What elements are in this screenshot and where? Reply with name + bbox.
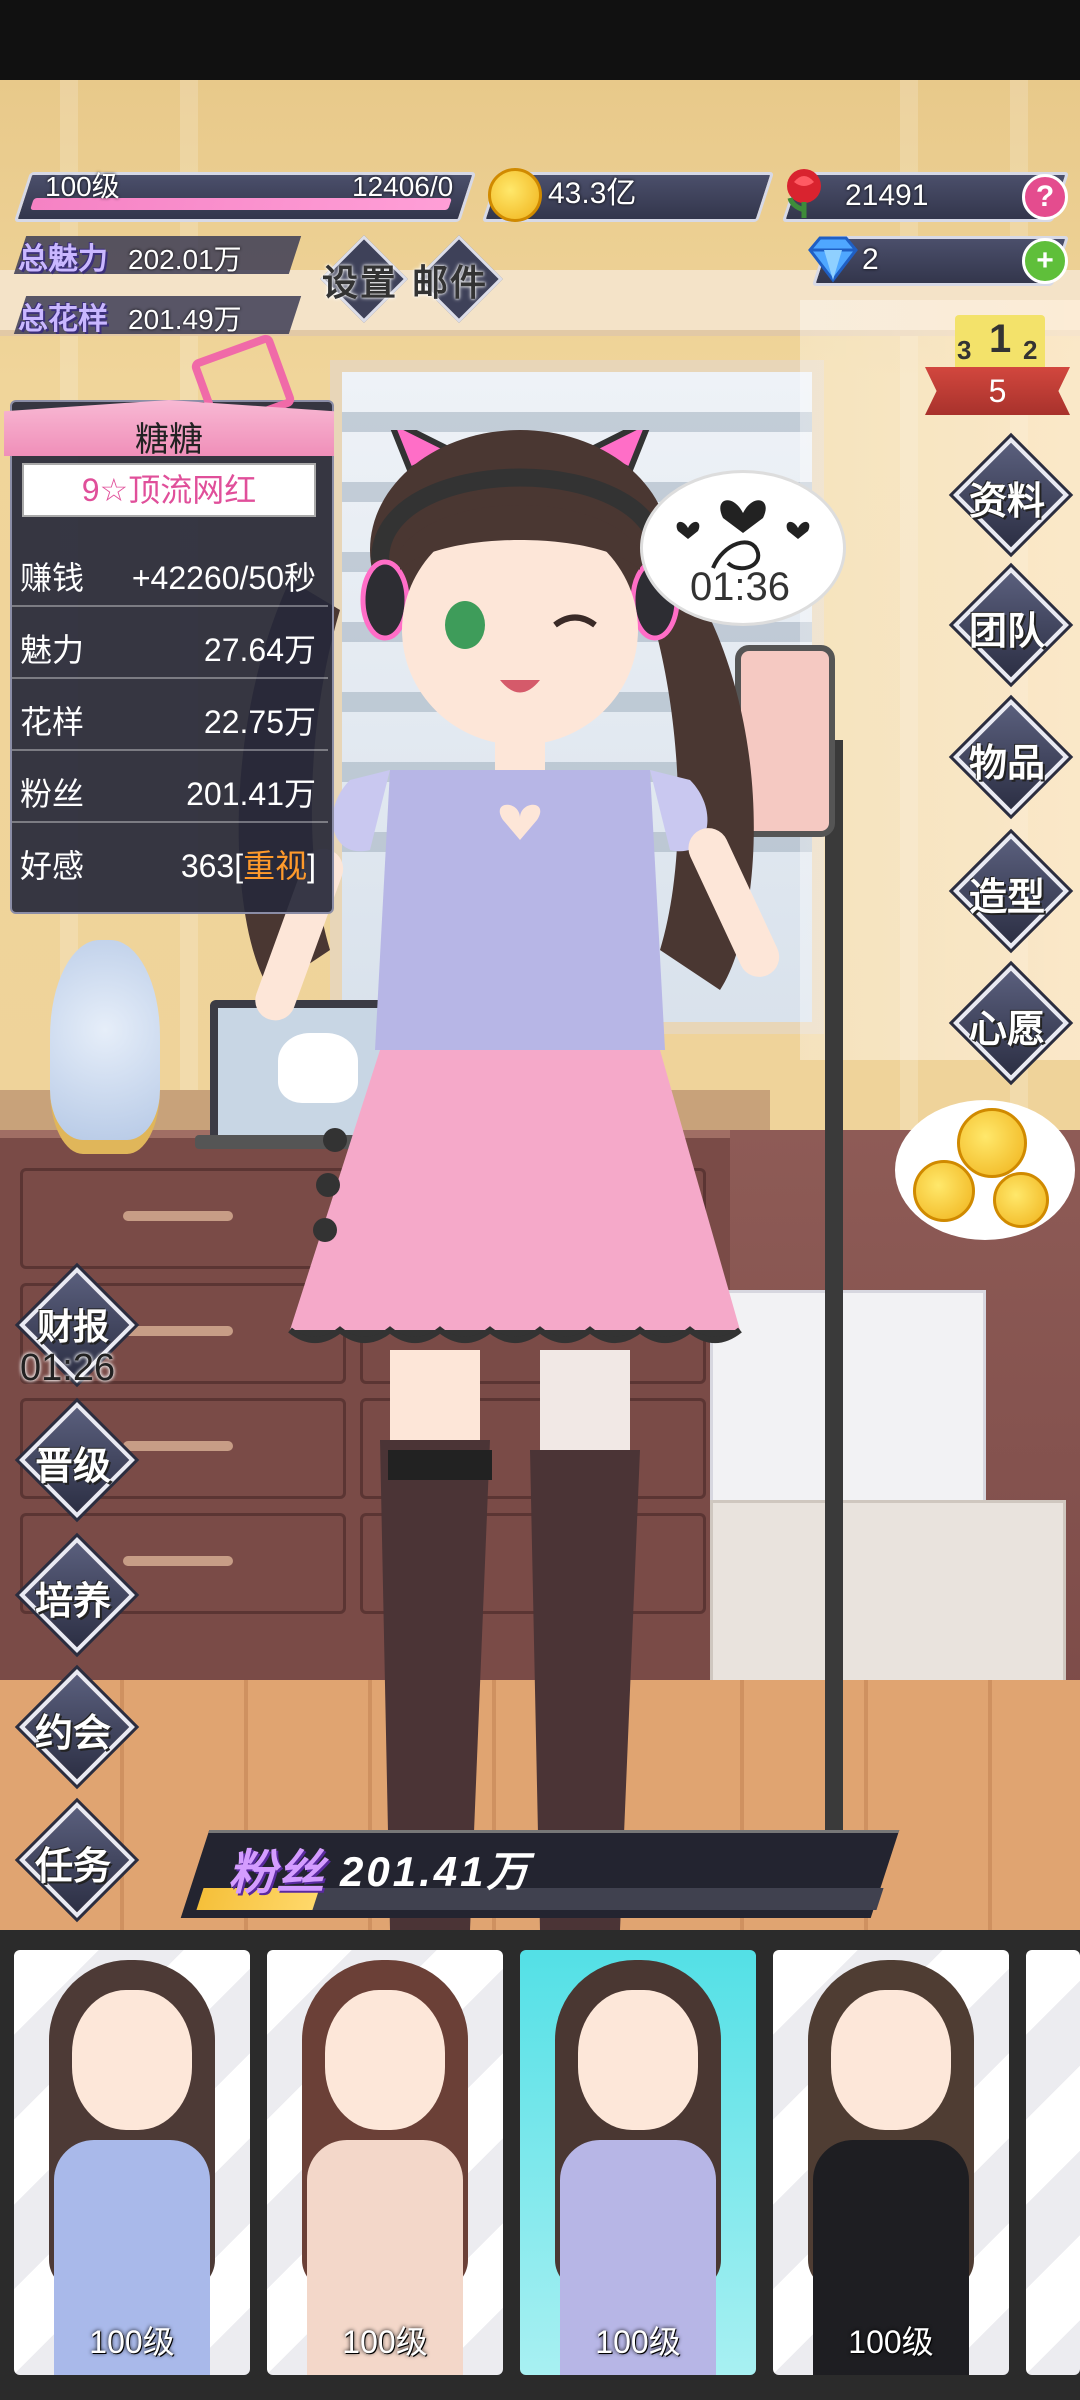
- styling-label: 造型: [968, 877, 1045, 919]
- phone-stand: [825, 740, 843, 1900]
- fans-label: 粉丝: [228, 1847, 325, 1900]
- info-row-fans: 粉丝 201.41万: [12, 751, 328, 823]
- exp-text: 12406/0: [352, 171, 454, 202]
- diamond-amount: 2: [862, 243, 879, 276]
- total-charm-label: 总魅力: [18, 243, 108, 276]
- info-key: 魅力: [20, 632, 85, 668]
- character-card[interactable]: 100级: [267, 1950, 503, 2375]
- info-value: 27.64万: [203, 632, 316, 668]
- character-card[interactable]: 100级: [14, 1950, 250, 2375]
- promote-button[interactable]: 晋级: [19, 1402, 135, 1518]
- tasks-button[interactable]: 任务: [19, 1802, 135, 1918]
- card-face: [831, 1990, 951, 2130]
- card-level: 100级: [342, 2324, 428, 2360]
- affection-value: 363: [180, 848, 235, 884]
- gold-amount: 43.3亿: [548, 177, 637, 210]
- items-label: 物品: [968, 743, 1045, 785]
- diamond-icon: [806, 234, 860, 284]
- gold-coin-icon: [488, 168, 542, 222]
- info-row-style: 花样 22.75万: [12, 679, 328, 751]
- rose-amount: 21491: [845, 179, 929, 212]
- card-face: [578, 1990, 698, 2130]
- settings-button[interactable]: 设置: [322, 254, 398, 306]
- info-value: +42260/50秒: [131, 560, 316, 596]
- tasks-label: 任务: [34, 1846, 111, 1888]
- info-key: 赚钱: [20, 560, 85, 596]
- character-title: 9☆顶流网红: [22, 463, 316, 517]
- report-timer: 01:26: [20, 1347, 116, 1389]
- info-value: 201.41万: [186, 776, 316, 812]
- report-label: 财报: [36, 1306, 109, 1347]
- character-name: 糖糖: [135, 421, 203, 459]
- podium-first: 1: [989, 317, 1012, 361]
- wish-button[interactable]: 心愿: [953, 965, 1069, 1081]
- mail-button[interactable]: 邮件: [412, 254, 488, 306]
- info-row-affection: 好感 363[重视]: [12, 823, 328, 893]
- card-level: 100级: [848, 2324, 934, 2360]
- fans-value: 201.41万: [340, 1848, 532, 1895]
- level-text: 100级: [45, 171, 120, 202]
- hearts-icon: [676, 500, 810, 571]
- podium-second: 2: [1023, 335, 1038, 365]
- team-label: 团队: [968, 611, 1045, 653]
- character-card-selected[interactable]: 100级: [520, 1950, 756, 2375]
- affection-level: 重视: [243, 848, 308, 884]
- card-level: 100级: [89, 2324, 175, 2360]
- info-row-charm: 魅力 27.64万: [12, 607, 328, 679]
- character-card[interactable]: 100级: [773, 1950, 1009, 2375]
- coin-icon: [993, 1172, 1049, 1228]
- total-charm-value: 202.01万: [128, 244, 242, 275]
- character-card-strip: 100级 100级 100级 100级: [0, 1930, 1080, 2400]
- info-row-income: 赚钱 +42260/50秒: [12, 535, 328, 607]
- help-button[interactable]: ?: [1022, 174, 1068, 220]
- add-diamond-button[interactable]: +: [1022, 238, 1068, 284]
- info-key: 花样: [20, 704, 85, 740]
- team-button[interactable]: 团队: [953, 567, 1069, 683]
- collect-coins-bubble[interactable]: [895, 1100, 1075, 1240]
- coin-icon: [957, 1108, 1027, 1178]
- affection-timer: 01:36: [689, 565, 791, 609]
- promote-label: 晋级: [34, 1446, 111, 1488]
- profile-label: 资料: [968, 481, 1045, 523]
- vase: [50, 940, 160, 1154]
- date-label: 约会: [34, 1713, 111, 1755]
- train-button[interactable]: 培养: [19, 1537, 135, 1653]
- podium-third: 3: [957, 335, 972, 365]
- rose-icon: [780, 166, 828, 218]
- rank-badge[interactable]: 3 1 2 5: [925, 315, 1070, 415]
- card-face: [325, 1990, 445, 2130]
- styling-button[interactable]: 造型: [953, 833, 1069, 949]
- coin-icon: [913, 1160, 975, 1222]
- info-key: 好感: [20, 848, 85, 884]
- total-style-value: 201.49万: [128, 304, 242, 335]
- profile-button[interactable]: 资料: [953, 437, 1069, 553]
- train-label: 培养: [34, 1581, 111, 1623]
- info-value: 22.75万: [203, 704, 316, 740]
- card-face: [72, 1990, 192, 2130]
- date-button[interactable]: 约会: [19, 1669, 135, 1785]
- character-card-partial[interactable]: [1026, 1950, 1080, 2375]
- info-key: 粉丝: [20, 776, 85, 812]
- info-value: 363[重视]: [180, 848, 316, 884]
- rank-value: 5: [988, 373, 1007, 409]
- card-level: 100级: [595, 2324, 681, 2360]
- window-blind: [342, 412, 812, 432]
- items-button[interactable]: 物品: [953, 699, 1069, 815]
- wish-label: 心愿: [968, 1009, 1045, 1051]
- total-style-label: 总花样: [18, 303, 108, 336]
